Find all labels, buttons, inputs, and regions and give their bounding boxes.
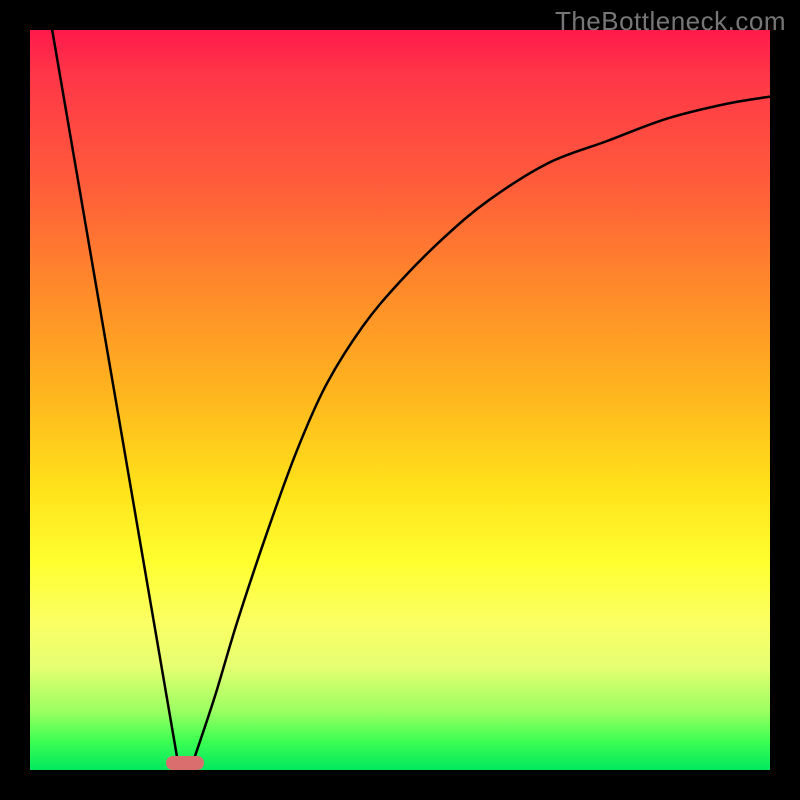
curve-layer [30, 30, 770, 770]
watermark-text: TheBottleneck.com [555, 6, 786, 37]
bottleneck-curve-left [52, 30, 178, 763]
bottleneck-curve-right [193, 97, 770, 763]
optimal-marker [166, 756, 204, 770]
plot-area [30, 30, 770, 770]
chart-frame: TheBottleneck.com [0, 0, 800, 800]
